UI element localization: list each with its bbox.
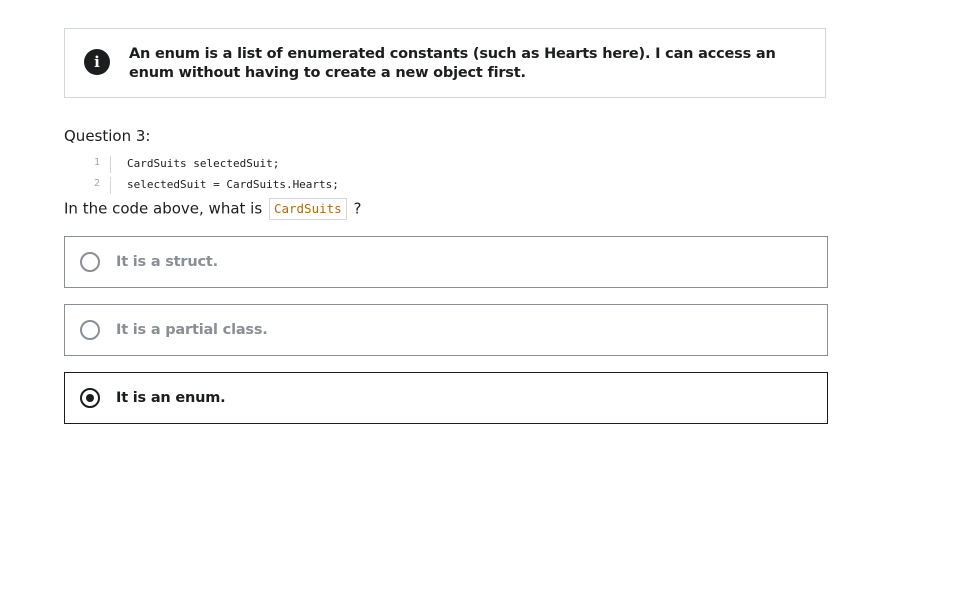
radio-selected-dot <box>86 394 94 402</box>
prompt-inline-code: CardSuits <box>268 198 347 220</box>
radio-button[interactable] <box>80 252 100 272</box>
line-number: 1 <box>93 157 100 168</box>
answer-option-enum[interactable]: It is an enum. <box>64 372 828 424</box>
code-line: 1 CardSuits selectedSuit; <box>64 154 564 175</box>
info-icon: i <box>84 49 110 75</box>
prompt-text: In the code above, what is <box>64 199 263 218</box>
prompt-question-mark: ? <box>353 199 362 218</box>
code-block: 1 CardSuits selectedSuit; 2 selectedSuit… <box>64 154 564 196</box>
radio-button-selected[interactable] <box>80 388 100 408</box>
answer-option-partial-class[interactable]: It is a partial class. <box>64 304 828 356</box>
quiz-page: i An enum is a list of enumerated consta… <box>0 0 976 593</box>
code-line: 2 selectedSuit = CardSuits.Hearts; <box>64 175 564 196</box>
question-label: Question 3: <box>64 127 151 145</box>
line-number: 2 <box>93 178 100 189</box>
answer-option-label: It is a partial class. <box>116 322 268 338</box>
question-prompt: In the code above, what is CardSuits ? <box>64 198 361 220</box>
code-text: selectedSuit = CardSuits.Hearts; <box>127 178 339 191</box>
code-text: CardSuits selectedSuit; <box>127 157 280 170</box>
answer-option-struct[interactable]: It is a struct. <box>64 236 828 288</box>
line-separator <box>110 177 111 194</box>
radio-button[interactable] <box>80 320 100 340</box>
explanation-text: An enum is a list of enumerated constant… <box>129 46 776 81</box>
answer-option-label: It is an enum. <box>116 390 226 406</box>
line-separator <box>110 156 111 173</box>
explanation-box: i An enum is a list of enumerated consta… <box>64 28 826 98</box>
answer-option-label: It is a struct. <box>116 254 218 270</box>
